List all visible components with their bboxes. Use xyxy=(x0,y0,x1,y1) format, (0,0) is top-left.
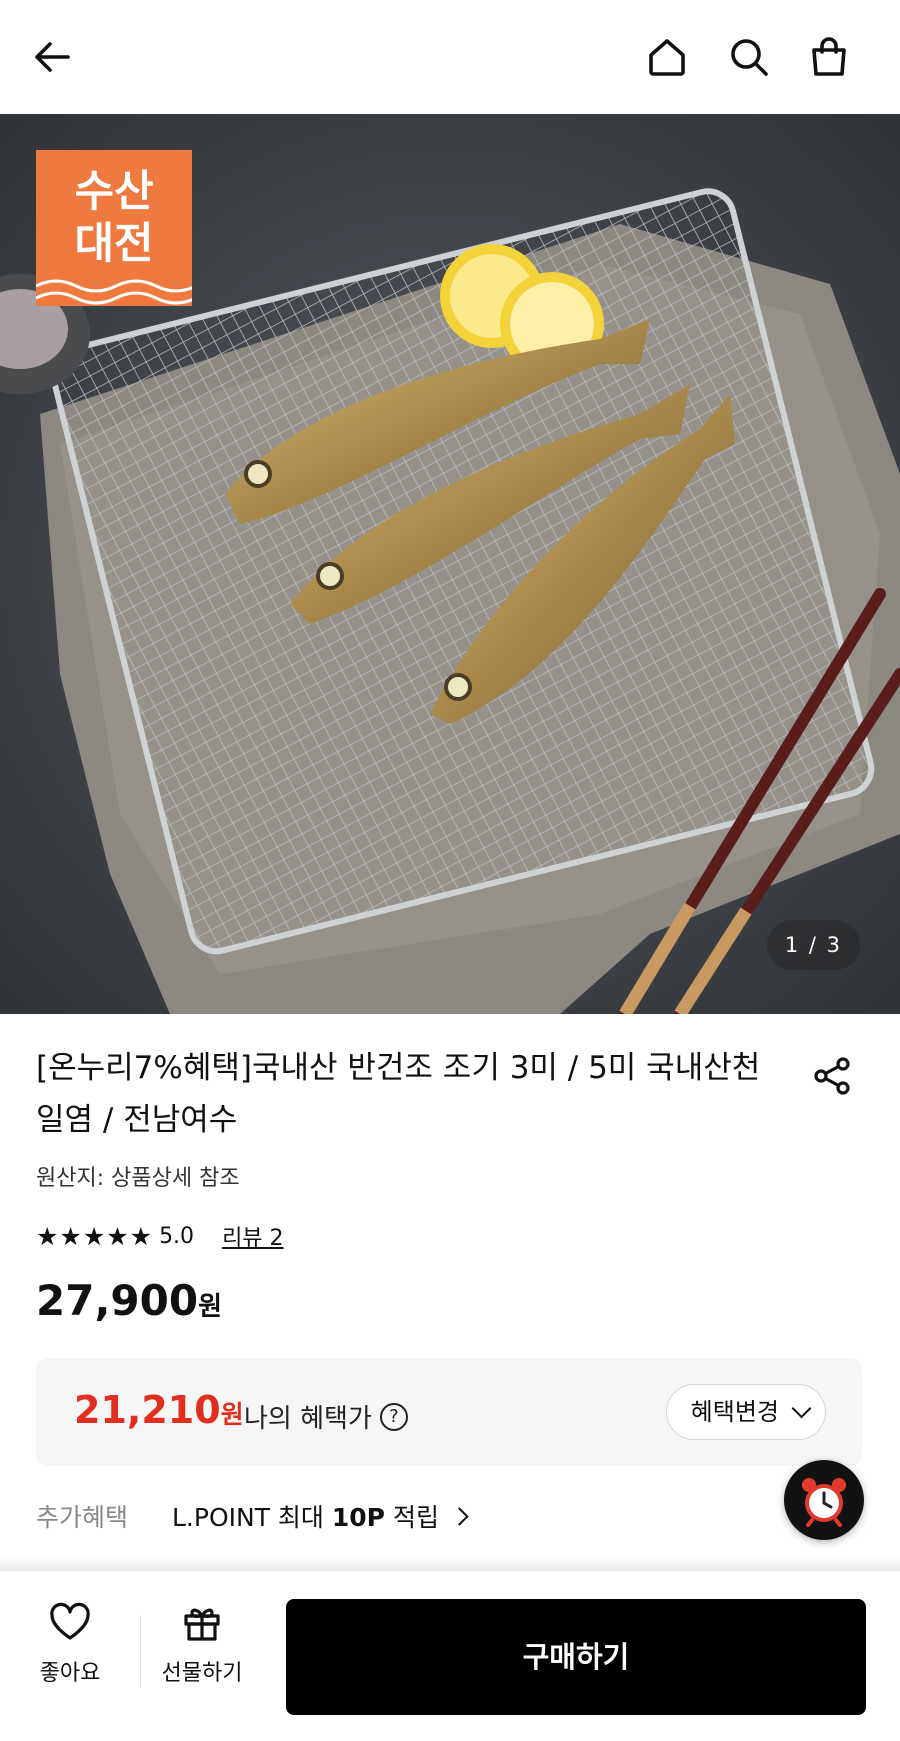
original-price-unit: 원 xyxy=(198,1292,222,1322)
change-benefit-button[interactable]: 혜택변경 xyxy=(665,1384,826,1440)
rating-row: ★★★★★ 5.0 리뷰 2 xyxy=(36,1220,284,1252)
scroll-fade xyxy=(0,1556,900,1570)
original-price: 27,900원 xyxy=(36,1276,222,1325)
search-icon[interactable] xyxy=(722,30,776,84)
top-navigation-bar xyxy=(0,0,900,114)
badge-line1: 수산 xyxy=(74,167,154,217)
extra-benefit-points: 10P xyxy=(331,1503,385,1532)
rating-score: 5.0 xyxy=(159,1223,195,1249)
chevron-down-icon xyxy=(791,1398,812,1419)
seafood-fair-badge: 수산 대전 xyxy=(36,150,192,306)
original-price-value: 27,900 xyxy=(36,1276,199,1325)
bottom-action-bar: 좋아요 선물하기 구매하기 xyxy=(0,1570,900,1741)
arrow-left-icon[interactable] xyxy=(26,30,80,84)
benefit-label-row: 나의 혜택가 ? xyxy=(244,1398,408,1435)
gift-button[interactable]: 선물하기 xyxy=(142,1599,262,1687)
origin-label: 원산지: 상품상세 참조 xyxy=(36,1166,240,1191)
change-benefit-label: 혜택변경 xyxy=(690,1398,779,1426)
like-button[interactable]: 좋아요 xyxy=(10,1599,130,1687)
help-icon[interactable]: ? xyxy=(379,1402,408,1431)
benefit-price-value: 21,210 xyxy=(74,1388,221,1432)
alarm-clock-button[interactable] xyxy=(784,1460,864,1540)
like-label: 좋아요 xyxy=(39,1661,101,1686)
buy-button[interactable]: 구매하기 xyxy=(286,1599,866,1715)
image-counter: 1 / 3 xyxy=(766,920,860,970)
review-link[interactable]: 리뷰 2 xyxy=(222,1220,283,1252)
gift-label: 선물하기 xyxy=(161,1661,243,1686)
share-icon[interactable] xyxy=(810,1054,858,1102)
home-icon[interactable] xyxy=(640,30,694,84)
benefit-price: 21,210원 xyxy=(74,1388,244,1432)
chevron-right-icon xyxy=(450,1506,469,1526)
extra-benefit-key: 추가혜택 xyxy=(36,1503,129,1532)
extra-benefit-suffix: 적립 xyxy=(385,1503,439,1532)
star-rating-icon: ★★★★★ xyxy=(36,1221,154,1251)
gift-icon xyxy=(184,1608,220,1641)
shopping-bag-icon[interactable] xyxy=(802,30,856,84)
benefit-price-unit: 원 xyxy=(220,1400,244,1429)
product-title: [온누리7%혜택]국내산 반건조 조기 3미 / 5미 국내산천일염 / 전남여… xyxy=(36,1050,761,1138)
extra-benefit-value: L.POINT 최대 10P 적립 xyxy=(172,1498,439,1534)
divider xyxy=(140,1615,141,1687)
wave-icon xyxy=(36,279,192,305)
product-image-carousel[interactable]: 수산 대전 1 / 3 xyxy=(0,114,900,1014)
alarm-clock-icon xyxy=(802,1478,846,1527)
extra-benefit-row[interactable]: 추가혜택 L.POINT 최대 10P 적립 xyxy=(36,1498,469,1534)
heart-icon xyxy=(50,1602,90,1640)
badge-line2: 대전 xyxy=(74,219,154,269)
extra-benefit-prefix: L.POINT 최대 xyxy=(172,1503,332,1532)
benefit-price-box: 21,210원 나의 혜택가 ? 혜택변경 xyxy=(36,1358,862,1466)
benefit-label: 나의 혜택가 xyxy=(244,1404,372,1434)
